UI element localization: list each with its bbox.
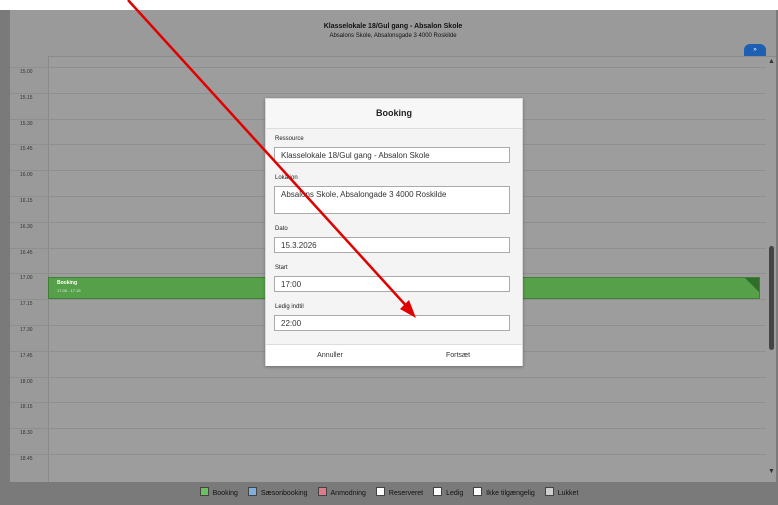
legend-item-anmodning: Anmodning: [317, 484, 366, 504]
date-field[interactable]: 15.3.2026: [274, 237, 510, 253]
resource-label: Ressource: [275, 136, 304, 142]
time-slot-row[interactable]: 18.45: [10, 454, 766, 476]
legend-label: Sæsonbooking: [260, 490, 308, 497]
time-slot-label: 15.15: [20, 94, 33, 101]
legend-item-ikke-tilgaengelig: Ikke tilgængelig: [473, 484, 535, 504]
time-slot-label: 18.00: [20, 378, 33, 385]
legend-swatch: [199, 487, 209, 496]
location-field[interactable]: Absalons Skole, Absalongade 3 4000 Roski…: [274, 186, 510, 214]
expand-button[interactable]: »: [744, 44, 766, 56]
scroll-down-icon[interactable]: ▼: [768, 468, 775, 475]
time-slot-label: 16.45: [20, 249, 33, 256]
legend-swatch: [544, 487, 554, 496]
dialog-footer: Annuller Fortsæt: [266, 344, 522, 366]
time-slot-label: 18.15: [20, 404, 33, 411]
time-slot-row[interactable]: 15.00: [10, 67, 766, 89]
available-until-label: Ledig indtil: [275, 304, 304, 310]
resource-address: Absalons Skole, Absalonsgade 3 4000 Rosk…: [329, 33, 457, 39]
time-slot-row[interactable]: 18.30: [10, 428, 766, 450]
dialog-title: Booking: [266, 99, 522, 129]
scheduler-header: Klasselokale 18/Gul gang - Absalon Skole…: [10, 10, 776, 57]
booking-corner-marker: [745, 278, 759, 292]
time-slot-label: 15.00: [20, 69, 33, 75]
start-field[interactable]: 17:00: [274, 276, 510, 292]
legend-swatch: [247, 487, 257, 496]
continue-button[interactable]: Fortsæt: [394, 345, 522, 366]
time-slot-label: 17.15: [20, 301, 33, 308]
legend-item-saesonbooking: Sæsonbooking: [247, 484, 308, 504]
time-slot-label: 16.30: [20, 223, 33, 230]
legend-item-lukket: Lukket: [544, 484, 579, 504]
start-label: Start: [275, 265, 288, 271]
legend-label: Lukket: [557, 490, 579, 497]
time-slot-label: 16.15: [20, 198, 33, 204]
time-slot-label: 17.00: [20, 275, 33, 282]
booking-dialog: Booking Ressource Klasselokale 18/Gul ga…: [265, 98, 523, 366]
location-label: Lokation: [275, 175, 298, 181]
legend-label: Anmodning: [330, 490, 366, 497]
time-slot-row[interactable]: 18.00: [10, 376, 766, 399]
vertical-scrollbar[interactable]: ▲ ▼: [766, 56, 776, 482]
date-label: Dato: [275, 226, 288, 232]
booking-event-title: Booking: [57, 280, 77, 286]
legend-swatch: [433, 487, 443, 496]
time-slot-label: 18.45: [20, 456, 33, 462]
top-strip: [0, 0, 778, 10]
legend-item-ledig: Ledig: [433, 484, 463, 504]
legend-item-booking: Booking: [199, 484, 238, 504]
time-slot-row[interactable]: 18.15: [10, 402, 766, 424]
available-until-field[interactable]: 22:00: [274, 315, 510, 331]
time-slot-label: 15.45: [20, 146, 33, 153]
legend: Booking Sæsonbooking Anmodning Reservere…: [0, 484, 778, 505]
legend-label: Ikke tilgængelig: [486, 490, 535, 497]
legend-label: Booking: [212, 490, 238, 497]
resource-title: Klasselokale 18/Gul gang - Absalon Skole: [323, 23, 463, 30]
time-slot-label: 17.30: [20, 327, 33, 333]
cancel-button[interactable]: Annuller: [266, 345, 394, 366]
time-slot-label: 15.30: [20, 120, 33, 127]
scroll-up-icon[interactable]: ▲: [768, 58, 775, 65]
time-slot-label: 17.45: [20, 352, 33, 359]
legend-label: Reserveret: [388, 490, 424, 497]
resource-field[interactable]: Klasselokale 18/Gul gang - Absalon Skole: [274, 147, 510, 163]
legend-label: Ledig: [446, 490, 464, 497]
booking-event-time: 17.00 - 17.15: [57, 288, 81, 293]
time-slot-label: 18.30: [20, 430, 33, 437]
legend-swatch: [473, 487, 483, 496]
legend-item-reserveret: Reserveret: [375, 484, 424, 504]
scroll-thumb[interactable]: [769, 246, 774, 350]
legend-swatch: [375, 487, 385, 496]
legend-swatch: [317, 487, 327, 496]
time-slot-label: 16.00: [20, 172, 33, 179]
